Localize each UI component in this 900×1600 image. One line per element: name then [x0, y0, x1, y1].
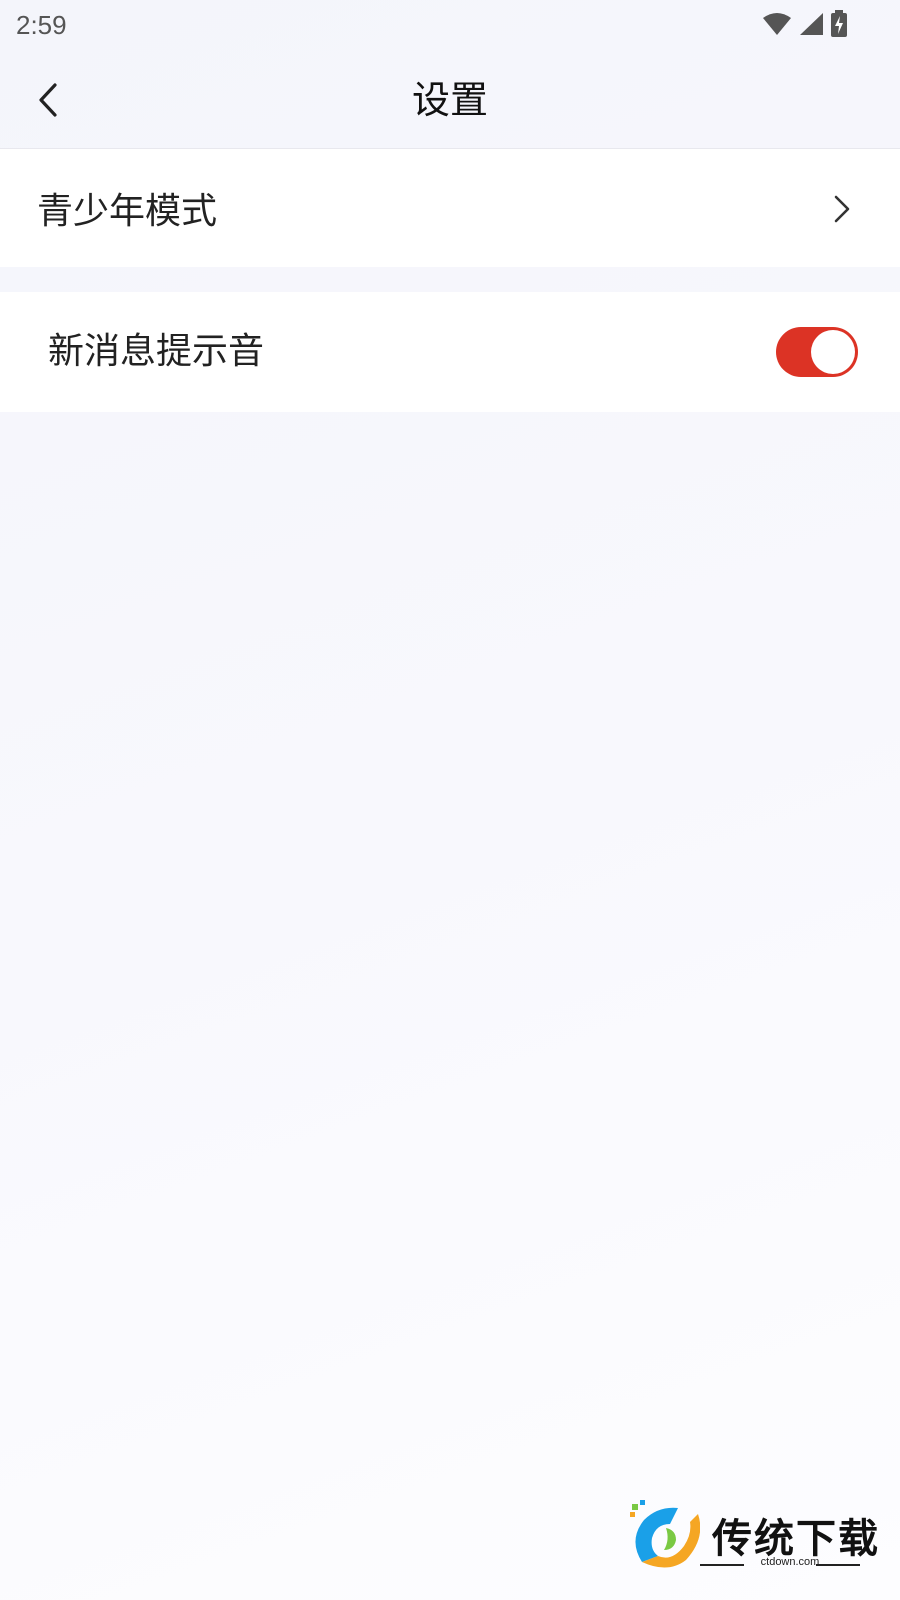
status-time: 2:59 [16, 10, 67, 40]
watermark-url: ctdown.com [760, 1556, 820, 1568]
wifi-icon [763, 13, 791, 35]
watermark-line-right [816, 1564, 860, 1566]
settings-item-label: 青少年模式 [37, 191, 218, 232]
watermark-logo-icon [630, 1500, 700, 1568]
chevron-right-icon [828, 191, 856, 227]
watermark: 传统下载 ctdown.com [628, 1500, 878, 1580]
toggle-knob [811, 330, 855, 374]
settings-item-message-sound: 新消息提示音 [0, 292, 900, 412]
header: 设置 [0, 52, 900, 149]
battery-charging-icon [831, 10, 847, 37]
settings-item-teen-mode[interactable]: 青少年模式 [0, 149, 900, 267]
status-bar: 2:59 [0, 0, 900, 52]
status-icons [762, 10, 848, 38]
page-title: 设置 [411, 78, 488, 122]
signal-icon [800, 13, 823, 35]
message-sound-toggle[interactable] [776, 327, 858, 377]
settings-item-label: 新消息提示音 [48, 331, 265, 372]
